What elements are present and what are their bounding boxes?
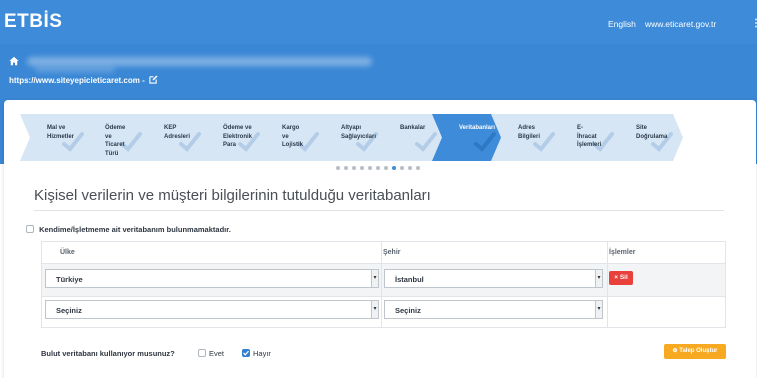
redacted-detail bbox=[35, 67, 115, 72]
pager-dot[interactable] bbox=[408, 166, 412, 170]
site-url: https://www.siteyepicieticaret.com - bbox=[9, 75, 158, 85]
country-select[interactable]: Seçiniz ▾ bbox=[45, 300, 379, 319]
row-divider bbox=[42, 296, 725, 297]
pager-dot[interactable] bbox=[384, 166, 388, 170]
column-header-country: Ülke bbox=[60, 249, 75, 256]
section-title: Kişisel verilerin ve müşteri bilgilerini… bbox=[34, 187, 431, 204]
wizard-step-label: Adres Bilgileri bbox=[518, 125, 541, 140]
no-database-label[interactable]: Kendime/İşletmeme ait veritabanım bulunm… bbox=[39, 225, 231, 234]
city-select[interactable]: Seçiniz ▾ bbox=[384, 300, 603, 319]
wizard-step-label: Veritabanları bbox=[459, 125, 496, 131]
country-select-value: Seçiniz bbox=[56, 306, 82, 315]
no-checkbox-checked[interactable] bbox=[242, 349, 250, 357]
yes-label[interactable]: Evet bbox=[209, 349, 224, 358]
pager-dot[interactable] bbox=[416, 166, 420, 170]
pager-dot[interactable] bbox=[352, 166, 356, 170]
wizard-step-label: Site Doğrulama bbox=[636, 125, 668, 140]
site-link[interactable]: www.eticaret.gov.tr bbox=[645, 19, 716, 29]
column-header-actions: İşlemler bbox=[609, 249, 636, 256]
chevron-down-icon: ▾ bbox=[595, 270, 602, 287]
site-url-text[interactable]: https://www.siteyepicieticaret.com - bbox=[9, 76, 145, 85]
section-divider bbox=[34, 210, 724, 211]
wizard-step-label: Mal ve Hizmetler bbox=[47, 125, 75, 140]
column-divider bbox=[607, 242, 608, 327]
pager-dot[interactable] bbox=[368, 166, 372, 170]
country-select-value: Türkiye bbox=[56, 275, 83, 284]
redacted-business-name bbox=[27, 57, 372, 66]
wizard-step-label: Ödeme ve Ticaret Türü bbox=[105, 125, 126, 157]
delete-row-button[interactable]: × Sil bbox=[609, 271, 633, 285]
wizard-step-label: Bankalar bbox=[400, 125, 426, 131]
pager-dot[interactable] bbox=[400, 166, 404, 170]
row-divider bbox=[42, 263, 725, 264]
column-divider bbox=[381, 242, 382, 327]
wizard-step-label: Kargo ve Lojistik bbox=[282, 125, 304, 148]
pager-dot[interactable] bbox=[376, 166, 380, 170]
chevron-down-icon: ▾ bbox=[595, 301, 602, 318]
top-navbar: ETBİS English www.eticaret.gov.tr ⋮ bbox=[0, 0, 757, 44]
more-menu-icon[interactable]: ⋮ bbox=[751, 18, 757, 29]
city-select-value: İstanbul bbox=[395, 275, 424, 284]
cloud-question: Bulut veritabanı kullanıyor musunuz? bbox=[41, 349, 175, 358]
country-select[interactable]: Türkiye ▾ bbox=[45, 269, 379, 288]
pager-dot[interactable] bbox=[336, 166, 340, 170]
yes-checkbox[interactable] bbox=[198, 349, 206, 357]
city-select[interactable]: İstanbul ▾ bbox=[384, 269, 603, 288]
etbis-logo[interactable]: ETBİS bbox=[4, 11, 62, 33]
no-label[interactable]: Hayır bbox=[253, 349, 271, 358]
chevron-down-icon: ▾ bbox=[371, 301, 378, 318]
cloud-option-no[interactable]: Hayır bbox=[242, 349, 271, 358]
wizard-step-label: Altyapı Sağlayıcıları bbox=[341, 125, 377, 140]
no-database-checkbox[interactable] bbox=[26, 225, 34, 233]
city-select-value: Seçiniz bbox=[395, 306, 421, 315]
cloud-option-yes[interactable]: Evet bbox=[198, 349, 224, 358]
create-request-button[interactable]: ⊕ Talep Oluştur bbox=[664, 344, 726, 359]
pager-dot-active[interactable] bbox=[392, 166, 396, 170]
wizard-step-label: KEP Adresleri bbox=[164, 125, 191, 140]
column-header-city: Şehir bbox=[383, 249, 401, 256]
check-icon bbox=[243, 350, 249, 356]
registration-wizard: Mal ve Hizmetler Ödeme ve Ticaret Türü K… bbox=[20, 114, 710, 161]
wizard-step-label: Ödeme ve Elektronik Para bbox=[223, 125, 253, 148]
wizard-step-label: E-İhracat İşlemleri bbox=[577, 125, 602, 148]
edit-icon[interactable] bbox=[149, 75, 158, 84]
language-link[interactable]: English bbox=[608, 19, 636, 29]
pager-dot[interactable] bbox=[360, 166, 364, 170]
chevron-down-icon: ▾ bbox=[371, 270, 378, 287]
no-database-row: Kendime/İşletmeme ait veritabanım bulunm… bbox=[26, 225, 231, 234]
pager-dot[interactable] bbox=[344, 166, 348, 170]
home-icon[interactable] bbox=[9, 56, 19, 66]
